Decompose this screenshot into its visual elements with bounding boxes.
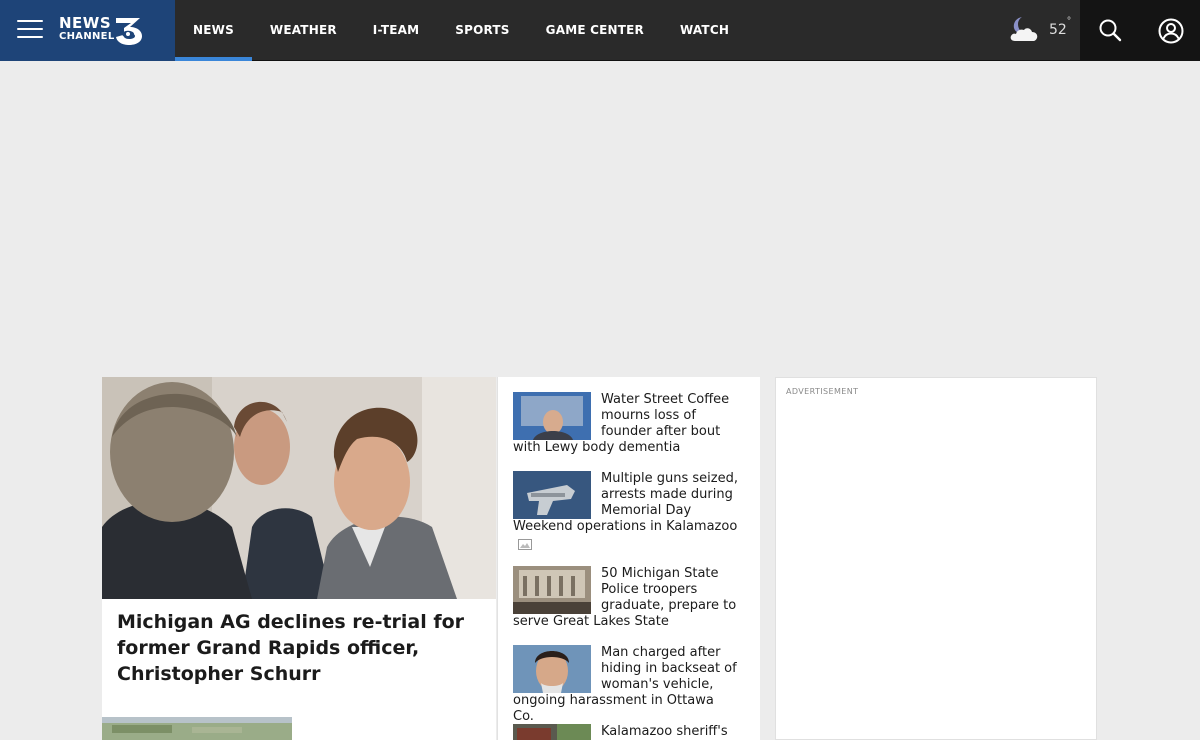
story-thumbnail[interactable] [513,724,591,740]
weather-widget[interactable]: 52 ° [1006,12,1080,48]
list-item[interactable]: Water Street Coffee mourns loss of found… [513,392,738,456]
story-thumbnail[interactable] [513,392,591,440]
nav-item-weather[interactable]: WEATHER [252,0,355,61]
list-item[interactable]: 50 Michigan State Police troopers gradua… [513,566,738,630]
nav-item-watch[interactable]: WATCH [662,0,747,61]
lead-story-card[interactable]: Michigan AG declines re-trial for former… [102,377,496,740]
brand-area: NEWS CHANNEL [0,0,175,61]
story-list: Water Street Coffee mourns loss of found… [497,377,760,740]
site-header: NEWS CHANNEL NEWS WEATHER I-TEAM SPORTS … [0,0,1200,61]
hamburger-menu-icon[interactable] [17,20,43,40]
partly-cloudy-night-icon [1010,17,1038,41]
story-title[interactable]: Kalamazoo sheriff's [601,724,728,739]
account-button[interactable] [1140,0,1200,61]
lead-story-title[interactable]: Michigan AG declines re-trial for former… [117,609,482,687]
aerial-photo [102,717,292,740]
logo-line-1: NEWS [59,14,112,32]
photo-gallery-icon [518,539,532,550]
story-thumbnail[interactable] [513,471,591,519]
logo-number-mark [116,18,142,45]
list-item[interactable]: Kalamazoo sheriff's [513,724,738,740]
logo-line-2: CHANNEL [59,31,115,42]
list-item[interactable]: Multiple guns seized, arrests made durin… [513,471,738,535]
main-nav: NEWS WEATHER I-TEAM SPORTS GAME CENTER W… [175,0,747,61]
advertisement-label: ADVERTISEMENT [786,387,859,396]
list-item[interactable]: Man charged after hiding in backseat of … [513,645,738,725]
lead-story-image[interactable] [102,377,496,599]
nav-item-game-center[interactable]: GAME CENTER [528,0,662,61]
nav-item-news[interactable]: NEWS [175,0,252,61]
story-thumbnail[interactable] [513,566,591,614]
story-thumbnail[interactable] [513,645,591,693]
account-icon [1158,18,1184,44]
temperature-value: 52 [1049,22,1067,38]
site-logo[interactable]: NEWS CHANNEL [59,14,149,48]
search-button[interactable] [1080,0,1140,61]
secondary-story-image[interactable] [102,717,292,740]
degree-symbol: ° [1067,16,1071,27]
search-icon [1099,19,1122,42]
advertisement-slot[interactable]: ADVERTISEMENT [775,377,1097,740]
courtroom-photo [102,377,496,599]
nav-item-i-team[interactable]: I-TEAM [355,0,438,61]
nav-item-sports[interactable]: SPORTS [437,0,527,61]
